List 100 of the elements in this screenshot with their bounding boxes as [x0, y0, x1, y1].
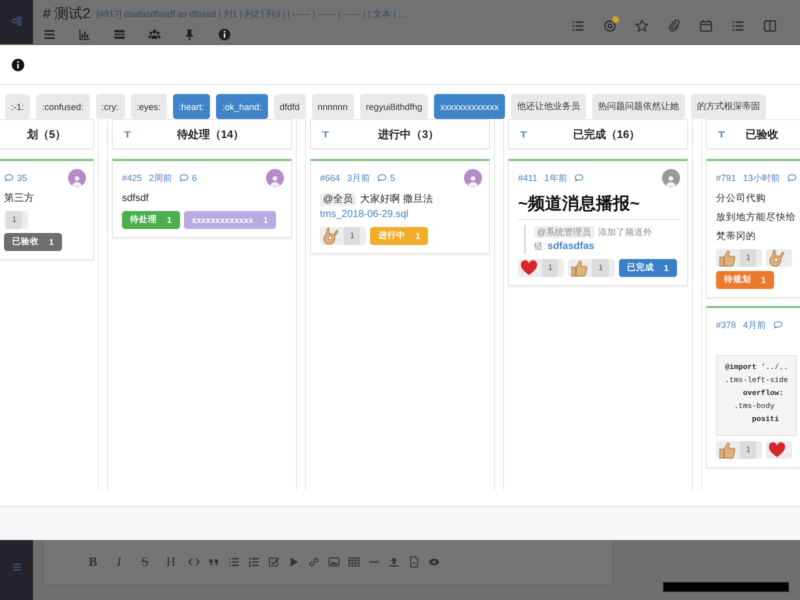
tag-filter[interactable]: 热问题问题依然让她: [592, 94, 685, 119]
upload-icon[interactable]: [388, 556, 400, 568]
comment-icon: [787, 173, 798, 183]
tag-filter[interactable]: 他还让他业务员: [510, 94, 586, 119]
task-text: 放到地方能尽快给: [716, 211, 793, 225]
column-title: 划（5）: [26, 128, 68, 142]
tag-filter[interactable]: :cry:: [96, 94, 125, 119]
channel-topic: [#817] dsafasdfasdf as dfassd | 列1 | 列2 | 列3 | | ------ | ------ | ------ | | 文本 | ...: [96, 8, 406, 20]
heart-icon: [768, 442, 786, 458]
checkbox-icon[interactable]: [268, 556, 280, 568]
image-icon[interactable]: [328, 556, 340, 568]
table-icon[interactable]: [348, 556, 360, 568]
link-icon[interactable]: [308, 556, 320, 568]
apps-icon[interactable]: [10, 14, 24, 28]
ok-hand-icon: [768, 249, 786, 267]
file-icon[interactable]: [408, 556, 420, 568]
list-icon[interactable]: [571, 19, 585, 33]
reaction-button[interactable]: 1: [320, 227, 366, 245]
list-icon[interactable]: [731, 19, 745, 33]
mention-tag[interactable]: @系统管理员: [534, 226, 594, 238]
star-icon[interactable]: [635, 19, 649, 33]
task-time: 2周前: [149, 172, 172, 184]
comment-count: 6: [192, 173, 198, 183]
group-icon[interactable]: [148, 28, 161, 40]
thumbs-up-icon: [718, 249, 736, 267]
tag-filter[interactable]: :heart:: [172, 94, 210, 119]
task-text: sdfsdf: [122, 192, 150, 206]
eye-icon[interactable]: [428, 556, 440, 568]
task-id[interactable]: #425: [122, 173, 142, 183]
task-card[interactable]: 35 第三方 1 已验收 1: [0, 159, 94, 260]
task-card[interactable]: #664 3月前 5 @全员 大家好啊 撒旦法 tms_2018-06-29.sql 1 进行中 1: [310, 159, 490, 254]
status-label[interactable]: 已完成 1: [618, 259, 677, 277]
tag-filter[interactable]: :-1:: [5, 94, 30, 119]
channel-title: # 测试2: [43, 5, 90, 23]
tag-filter[interactable]: 的方式根深蒂固: [690, 94, 766, 119]
task-heading: ~频道消息播报~: [518, 192, 680, 220]
column-title: 已完成（16）: [572, 128, 642, 142]
task-time: 1年前: [544, 172, 568, 184]
status-label[interactable]: 已验收 1: [4, 233, 62, 251]
reaction-button[interactable]: [766, 441, 792, 459]
menu-icon[interactable]: [43, 28, 56, 40]
message-text: @全员 大家好啊 撒旦法 tms_2018-06-29.sql: [320, 192, 434, 222]
reaction-button[interactable]: 1: [716, 441, 762, 459]
info-icon[interactable]: [218, 28, 231, 40]
status-label[interactable]: 待规划 1: [716, 271, 774, 289]
task-id[interactable]: #664: [320, 173, 340, 183]
task-text: 第三方: [4, 192, 35, 206]
task-id[interactable]: #791: [716, 173, 736, 183]
task-time: 4月前: [743, 318, 766, 332]
reaction-button[interactable]: [766, 249, 792, 267]
reaction-button[interactable]: 1: [568, 259, 615, 277]
menu-icon[interactable]: [12, 562, 22, 572]
reaction-button[interactable]: 1: [518, 259, 564, 277]
columns-icon[interactable]: [763, 19, 777, 33]
tag-filter[interactable]: regyui8ithdfhg: [360, 94, 428, 119]
task-text: 梵蒂冈的: [716, 230, 757, 244]
reaction-button[interactable]: 1: [716, 249, 762, 267]
mention-tag[interactable]: @全员: [320, 193, 356, 206]
task-card[interactable]: #791 13小时前 分公司代购 放到地方能尽快给 梵蒂冈的 1 待规划 1: [706, 159, 800, 298]
tag-filter[interactable]: dfdfd: [274, 94, 306, 119]
numbered-list-icon[interactable]: [248, 556, 260, 568]
comment-icon: [4, 173, 14, 183]
heart-icon: [520, 260, 538, 276]
code-icon[interactable]: [188, 556, 200, 568]
pin-icon[interactable]: [183, 28, 196, 40]
info-icon[interactable]: [11, 58, 25, 72]
tag-filter[interactable]: xxxxxxxxxxxxx: [434, 94, 505, 119]
task-time: 3月前: [347, 172, 370, 184]
column-title: 进行中（3）: [376, 128, 440, 142]
task-card[interactable]: #411 1年前 ~频道消息播报~ @系统管理员 添加了频道外链: sdfasdfas 1 1 已完成 1: [508, 159, 688, 286]
task-time: 13小时前: [743, 172, 780, 184]
tag-filter[interactable]: nnnnnn: [312, 94, 354, 119]
tag-filter[interactable]: :eyes:: [130, 94, 167, 119]
play-icon[interactable]: [288, 556, 300, 568]
card-icon[interactable]: [113, 28, 126, 40]
calendar-icon[interactable]: [699, 19, 713, 33]
file-link[interactable]: tms_2018-06-29.sql: [320, 209, 408, 220]
thumbs-up-icon: [570, 259, 588, 277]
status-label[interactable]: 待处理 1: [122, 211, 180, 229]
task-id[interactable]: #411: [518, 173, 538, 183]
bullet-list-icon[interactable]: [228, 556, 240, 568]
task-id[interactable]: #378: [716, 320, 736, 330]
comment-icon: [574, 173, 584, 183]
thumbs-up-icon: [718, 441, 736, 459]
tag-filter[interactable]: :confused:: [36, 94, 90, 119]
column-title: 待处理（14）: [176, 128, 246, 142]
comment-icon: [179, 173, 190, 183]
task-card[interactable]: #425 2周前 6 sdfsdf 待处理 1 xxxxxxxxxxxxx 1: [112, 159, 292, 238]
quote-block: @系统管理员 添加了频道外链: sdfasdfas: [524, 225, 680, 254]
comment-count: 35: [17, 173, 28, 183]
reaction-button[interactable]: 1: [4, 211, 28, 229]
comment-icon: [377, 173, 388, 183]
ok-hand-icon: [322, 227, 340, 245]
comment-count: 5: [390, 173, 396, 183]
paperclip-icon[interactable]: [667, 19, 681, 33]
tag-filter[interactable]: :ok_hand:: [216, 94, 268, 119]
comment-icon: [773, 320, 784, 330]
bar-chart-icon[interactable]: [78, 28, 91, 40]
task-text: 分公司代购: [716, 192, 767, 206]
file-link[interactable]: sdfasdfas: [548, 241, 594, 252]
